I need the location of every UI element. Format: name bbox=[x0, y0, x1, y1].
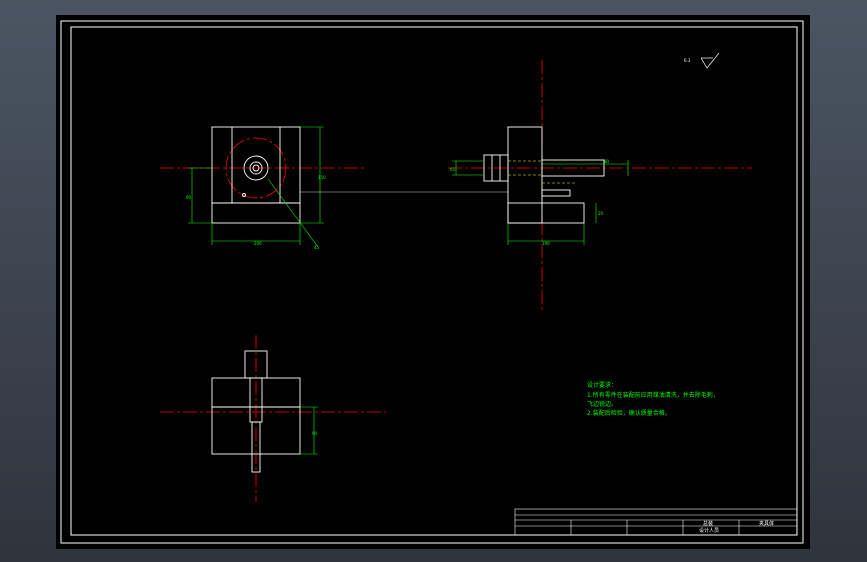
dim-text-side-bolt: 80 bbox=[604, 159, 610, 164]
dim-text-front-left: 90 bbox=[186, 195, 192, 200]
title-block-frame bbox=[514, 508, 798, 536]
notes-line3: 2.装配后检验，确认质量合格。 bbox=[587, 409, 671, 417]
cad-viewport[interactable]: 200 150 90 45 190 80 20 65 90 6.3 设计要求： … bbox=[56, 15, 810, 549]
roughness-symbol: 6.3 bbox=[684, 52, 720, 69]
inner-border bbox=[70, 26, 798, 536]
dim-line-front-diag bbox=[267, 178, 319, 248]
front-body bbox=[211, 126, 301, 224]
title-cell-c: 设计人员 bbox=[699, 527, 719, 534]
dim-text-plan-height: 90 bbox=[312, 431, 318, 436]
roughness-value: 6.3 bbox=[684, 58, 691, 63]
drawing-canvas: 200 150 90 45 190 80 20 65 90 6.3 设计要求： … bbox=[60, 20, 804, 544]
front-view: 200 150 90 45 bbox=[160, 126, 366, 250]
outer-border bbox=[60, 20, 804, 544]
notes-heading: 设计要求： bbox=[587, 381, 617, 389]
dim-text-side-width: 190 bbox=[542, 241, 550, 246]
dim-text-side-right: 20 bbox=[598, 211, 604, 216]
notes-line1: 1.所有零件在装配前应用煤油清洗，并去除毛刺， bbox=[587, 391, 719, 399]
sheet-border bbox=[60, 20, 804, 544]
dim-text-side-left: 65 bbox=[450, 167, 456, 172]
front-pin bbox=[242, 193, 246, 197]
dim-text-front-width: 200 bbox=[254, 241, 262, 246]
title-cell-a: 总装 bbox=[703, 520, 713, 527]
roughness-check-icon bbox=[700, 52, 720, 69]
plan-view: 90 bbox=[160, 335, 386, 502]
dim-text-front-diag: 45 bbox=[314, 245, 320, 250]
notes-line2: 飞边锐边。 bbox=[587, 400, 617, 408]
title-cell-b: 夹具体 bbox=[759, 520, 774, 527]
dim-text-front-height: 150 bbox=[318, 175, 326, 180]
side-base bbox=[507, 202, 585, 224]
technical-notes: 设计要求： 1.所有零件在装配前应用煤油清洗，并去除毛刺， 飞边锐边。 2.装配… bbox=[587, 381, 719, 417]
side-view: 190 80 20 65 bbox=[448, 60, 752, 312]
side-handle bbox=[541, 189, 571, 197]
title-block bbox=[514, 508, 798, 536]
